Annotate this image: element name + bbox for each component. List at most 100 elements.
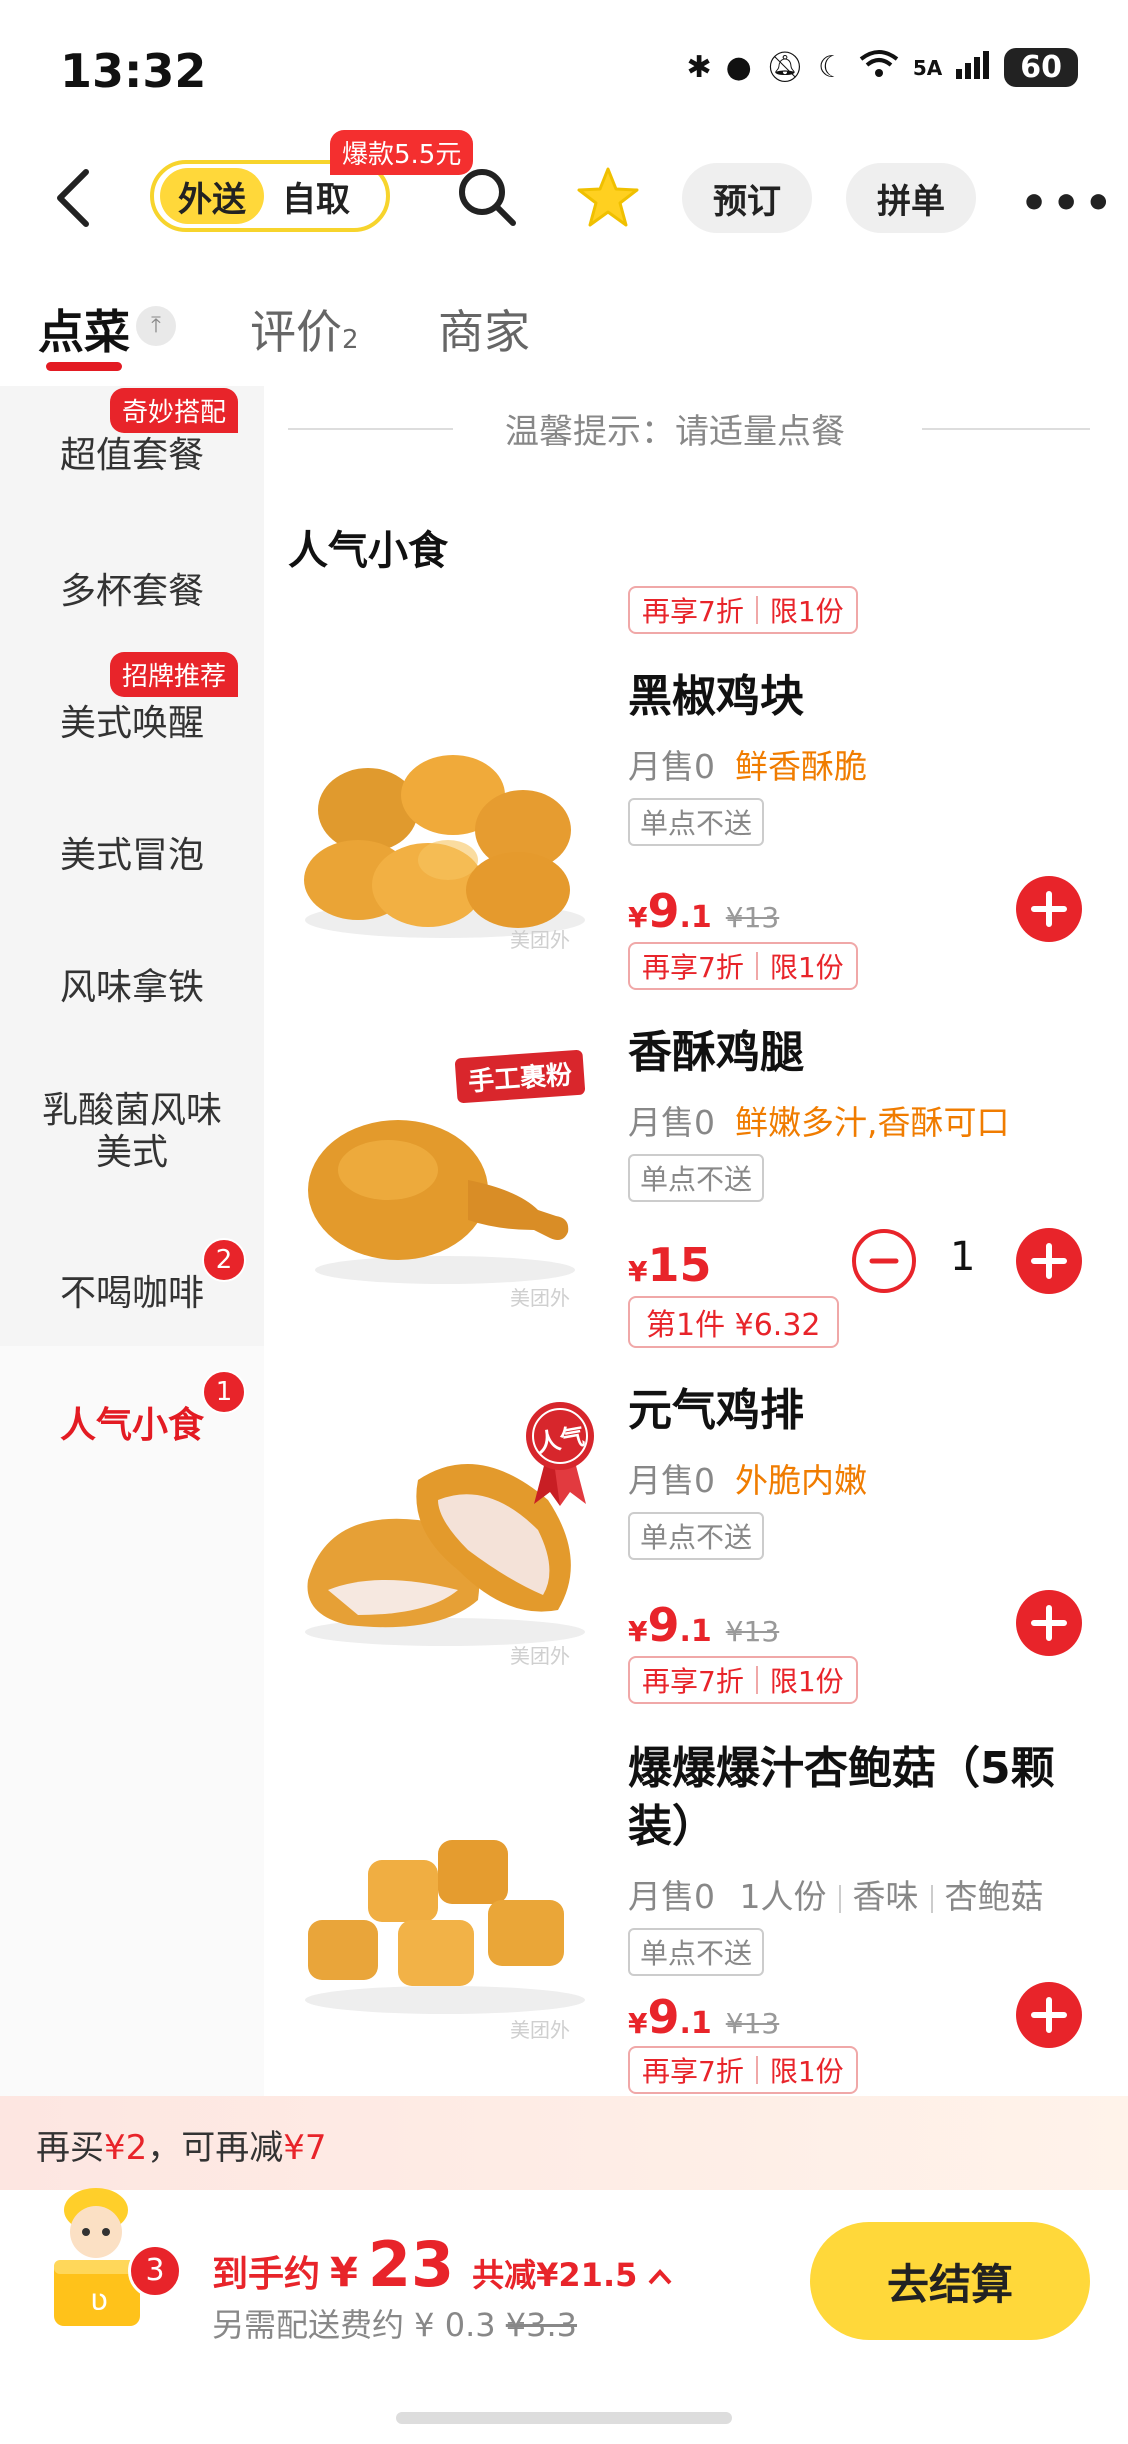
limit-tag: 限1份 xyxy=(769,2055,844,2088)
promo-amount: ¥2 xyxy=(104,2128,148,2168)
sidebar-count-badge: 1 xyxy=(202,1370,246,1414)
delivery-fee: 另需配送费约 ¥ 0.3 ¥3.3 xyxy=(212,2300,577,2346)
total-label: 到手约 xyxy=(212,2254,321,2295)
home-indicator[interactable] xyxy=(396,2412,732,2424)
sidebar-bottom xyxy=(0,1346,264,2096)
mute-icon: 🔕︎ xyxy=(765,50,804,85)
total-saved: 共减¥21.5 xyxy=(472,2256,638,2294)
no-single-delivery-tag: 单点不送 xyxy=(628,798,765,846)
sales-count: 月售0 xyxy=(628,1461,715,1500)
price-currency: ¥ xyxy=(628,1255,648,1288)
no-single-delivery-tag: 单点不送 xyxy=(628,1154,765,1202)
promo-mid: ，可再减 xyxy=(147,2128,284,2168)
sidebar-count-badge: 2 xyxy=(202,1238,246,1282)
promo-tags: 再享7折 限1份 xyxy=(628,942,858,990)
product-price: ¥9.1 ¥13 xyxy=(628,1598,779,1652)
product-sales: 月售0 1人份 香味 杏鲍菇 xyxy=(628,1870,1044,1918)
divider xyxy=(922,428,1090,430)
product-image-mushroom[interactable] xyxy=(288,1800,602,2040)
mode-delivery[interactable]: 外送 xyxy=(160,168,264,224)
product-image-badge: 手工裹粉 xyxy=(454,1049,586,1104)
product-name[interactable]: 黑椒鸡块 xyxy=(628,668,1088,726)
favorite-star-icon[interactable] xyxy=(575,165,641,231)
fee-original: ¥3.3 xyxy=(505,2306,578,2344)
original-price: ¥13 xyxy=(725,1615,780,1648)
price-integer: 9 xyxy=(647,1990,680,2044)
bluetooth-icon: ✱ xyxy=(686,50,712,85)
product-spec: 杏鲍菇 xyxy=(944,1877,1044,1916)
back-icon[interactable] xyxy=(50,168,98,228)
limit-tag: 限1份 xyxy=(769,951,844,984)
product-sales: 月售0 鲜香酥脆 xyxy=(628,740,867,788)
price-currency: ¥ xyxy=(628,1615,648,1648)
price-decimal: .1 xyxy=(679,900,712,935)
pin-top-icon[interactable]: ⤒ xyxy=(136,306,176,346)
more-menu-icon[interactable]: ••• xyxy=(1020,178,1116,229)
sales-count: 月售0 xyxy=(628,1877,715,1916)
cart-count-badge: 3 xyxy=(128,2244,182,2298)
checkout-button[interactable]: 去结算 xyxy=(810,2222,1090,2340)
price-integer: 9 xyxy=(647,884,680,938)
product-spec: 香味 xyxy=(852,1877,919,1916)
tab-merchant[interactable]: 商家 xyxy=(438,296,530,362)
chevron-up-icon[interactable] xyxy=(647,2259,673,2294)
sidebar-item-flavored-latte[interactable]: 风味拿铁 xyxy=(0,958,264,1010)
tab-order[interactable]: 点菜 xyxy=(38,296,130,362)
wifi-icon xyxy=(859,49,899,87)
product-name[interactable]: 元气鸡排 xyxy=(628,1382,1088,1440)
section-title: 人气小食 xyxy=(288,528,448,574)
limit-tag: 限1份 xyxy=(769,595,844,628)
order-tip: 温馨提示：请适量点餐 xyxy=(505,412,845,452)
promo-tags: 再享7折 限1份 xyxy=(628,2046,858,2094)
original-price: ¥13 xyxy=(725,2007,780,2040)
promo-discount: ¥7 xyxy=(283,2128,327,2168)
mode-pickup[interactable]: 自取 xyxy=(264,172,368,221)
hot-deal-tag: 爆款5.5元 xyxy=(330,130,474,175)
product-price: ¥9.1 ¥13 xyxy=(628,1990,779,2044)
sidebar-item-sparkling-americano[interactable]: 美式冒泡 xyxy=(0,826,264,878)
sidebar-item-americano-wake[interactable]: 美式唤醒 xyxy=(0,694,264,746)
watermark: 美团外 xyxy=(510,2018,570,2042)
product-desc: 鲜香酥脆 xyxy=(735,747,867,786)
sidebar-item-lactic-americano[interactable]: 乳酸菌风味美式 xyxy=(0,1090,264,1174)
add-to-cart-button[interactable] xyxy=(1016,876,1082,942)
fee-label: 另需配送费约 ¥ 0.3 xyxy=(212,2306,496,2344)
watermark: 美团外 xyxy=(510,1286,570,1310)
add-to-cart-button[interactable] xyxy=(1016,1982,1082,2048)
product-name[interactable]: 爆爆爆汁杏鲍菇（5颗装） xyxy=(628,1740,1088,1856)
signal-icon xyxy=(956,49,990,87)
sidebar-item-multi-cup[interactable]: 多杯套餐 xyxy=(0,562,264,614)
product-spec: 1人份 xyxy=(739,1877,827,1916)
product-name[interactable]: 香酥鸡腿 xyxy=(628,1024,1088,1082)
tab-reviews-count: 2 xyxy=(342,325,359,355)
price-currency: ¥ xyxy=(628,2007,648,2040)
group-order-button[interactable]: 拼单 xyxy=(846,163,976,233)
battery-indicator: 60 xyxy=(1004,48,1078,87)
product-price: ¥9.1 ¥13 xyxy=(628,884,779,938)
location-icon: ● xyxy=(725,50,752,85)
status-icons: ✱ ● 🔕︎ ☾ 5A 60 xyxy=(687,48,1078,87)
tab-active-indicator xyxy=(46,362,122,371)
price-integer: 9 xyxy=(647,1598,680,1652)
tab-reviews[interactable]: 评价2 xyxy=(250,296,359,362)
decrease-quantity-button[interactable] xyxy=(852,1229,916,1293)
sidebar-item-value-set[interactable]: 超值套餐 xyxy=(0,426,264,478)
sales-count: 月售0 xyxy=(628,747,715,786)
watermark: 美团外 xyxy=(510,928,570,952)
total-amount: 23 xyxy=(367,2228,455,2301)
search-icon[interactable] xyxy=(455,165,519,229)
limit-tag: 限1份 xyxy=(769,1665,844,1698)
first-item-price-tag: 第1件 ¥6.32 xyxy=(628,1296,839,1348)
preorder-button[interactable]: 预订 xyxy=(682,163,812,233)
discount-tag: 再享7折 xyxy=(642,2055,744,2088)
price-currency: ¥ xyxy=(628,901,648,934)
price-decimal: .1 xyxy=(679,2006,712,2041)
add-to-cart-button[interactable] xyxy=(1016,1228,1082,1294)
svg-text:ʋ: ʋ xyxy=(90,2283,108,2318)
discount-tag: 再享7折 xyxy=(642,951,744,984)
price-integer: 15 xyxy=(647,1238,712,1292)
cart-total[interactable]: 到手约 ¥23 共减¥21.5 xyxy=(212,2228,673,2301)
product-sales: 月售0 外脆内嫩 xyxy=(628,1454,867,1502)
promo-pre: 再买 xyxy=(36,2128,104,2168)
add-to-cart-button[interactable] xyxy=(1016,1590,1082,1656)
